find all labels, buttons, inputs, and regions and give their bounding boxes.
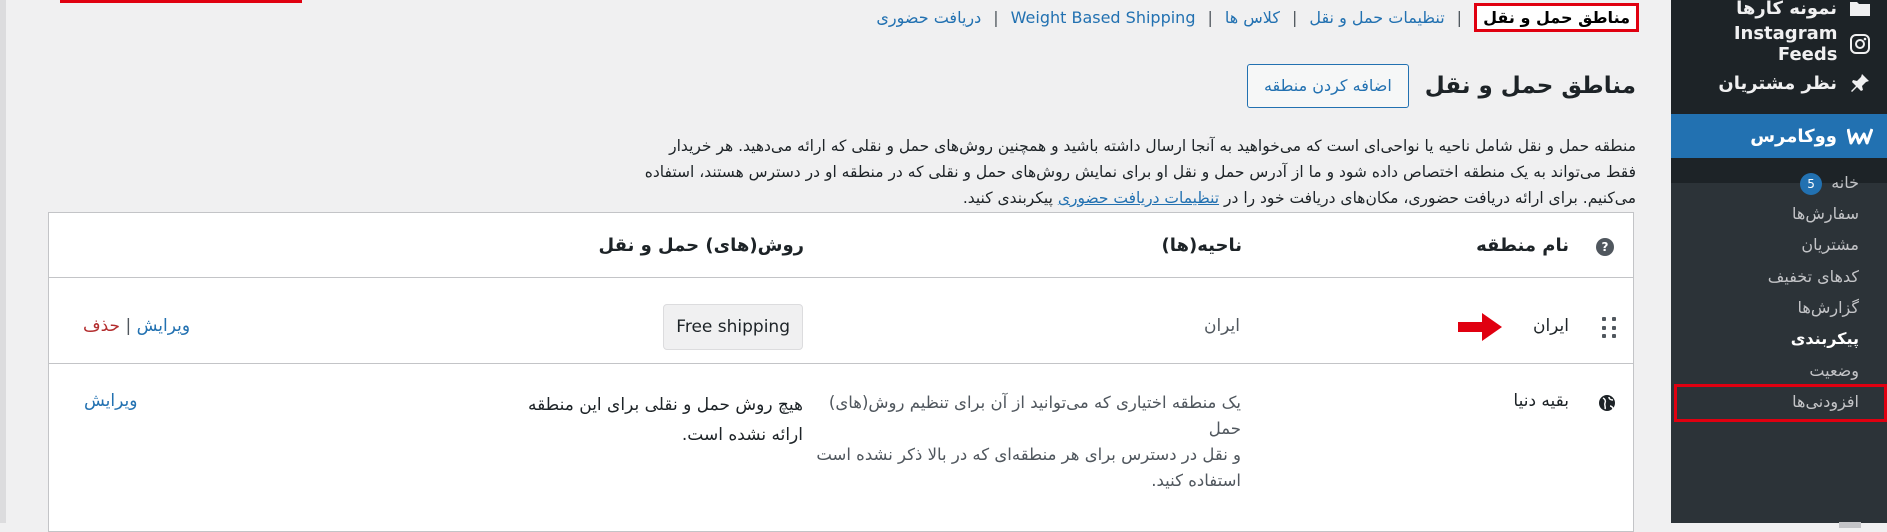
subnav-separator: | <box>993 7 999 27</box>
submenu-item-settings[interactable]: پیکربندی <box>1671 321 1887 357</box>
submenu-label: وضعیت <box>1809 361 1859 380</box>
subnav-separator: | <box>1291 7 1298 27</box>
action-separator: | <box>125 316 132 336</box>
column-header-methods: روش(های) حمل و نقل <box>598 235 804 256</box>
menu-icon <box>1837 513 1863 528</box>
heading-row: مناطق حمل و نقل اضافه کردن منطقه <box>1246 64 1636 108</box>
subnav-link-weight-based[interactable]: Weight Based Shipping <box>1011 8 1196 27</box>
folder-icon <box>1847 0 1873 17</box>
column-header-zone-name: نام منطقه <box>1476 235 1569 256</box>
no-methods-message: هیچ روش حمل و نقلی برای این منطقه ارائه … <box>528 390 803 450</box>
submenu-item-extensions[interactable]: افزودنی‌ها <box>1671 384 1887 420</box>
submenu-label: پیکربندی <box>1790 329 1859 348</box>
row-divider <box>49 363 1633 364</box>
local-pickup-settings-link[interactable]: تنظیمات دریافت حضوری <box>1058 189 1219 207</box>
main-content: مناطق حمل و نقل | تنظیمات حمل و نقل | کل… <box>0 0 1671 532</box>
edit-link[interactable]: ویرایش <box>84 391 137 411</box>
zone-name-iran[interactable]: ایران <box>1533 316 1569 336</box>
zone-region-iran: ایران <box>1203 316 1240 336</box>
page-title: مناطق حمل و نقل <box>1424 73 1636 99</box>
shipping-zones-table: ? نام منطقه ناحیه(ها) روش(های) حمل و نقل… <box>48 212 1634 532</box>
description-text: پیکربندی کنید. <box>962 189 1053 207</box>
menu-label: نمونه کارها <box>1736 0 1837 19</box>
pin-icon <box>1847 72 1873 94</box>
window-edge <box>0 0 6 523</box>
row-actions: ویرایش <box>84 391 137 411</box>
region-text: و نقل در دسترس برای هر منطقه‌ای که در با… <box>816 445 1241 464</box>
shipping-subnav: مناطق حمل و نقل | تنظیمات حمل و نقل | کل… <box>876 2 1639 32</box>
submenu-label: خانه <box>1831 173 1859 192</box>
description-line: منطقه حمل و نقل شامل ناحیه یا نواحی‌ای ا… <box>669 137 1636 155</box>
menu-label: نظر مشتریان <box>1718 72 1837 94</box>
subnav-separator: | <box>1207 7 1213 27</box>
row-actions: ویرایش | حذف <box>83 316 190 336</box>
region-text: یک منطقه اختیاری که می‌توانید از آن برای… <box>828 393 1241 438</box>
method-free-shipping[interactable]: Free shipping <box>663 304 803 350</box>
subnav-separator: | <box>1456 7 1463 27</box>
page-description: منطقه حمل و نقل شامل ناحیه یا نواحی‌ای ا… <box>536 133 1636 211</box>
instagram-icon <box>1847 33 1873 55</box>
zone-region-rest-of-world: یک منطقه اختیاری که می‌توانید از آن برای… <box>811 390 1241 494</box>
woocommerce-submenu: خانه 5 سفارش‌ها مشتریان کدهای تخفیف گزار… <box>1671 172 1887 523</box>
menu-item-testimonials[interactable]: نظر مشتریان <box>1671 61 1887 105</box>
add-zone-button[interactable]: اضافه کردن منطقه <box>1246 64 1409 108</box>
globe-icon <box>1599 395 1615 411</box>
submenu-label: سفارش‌ها <box>1792 204 1859 223</box>
admin-sidebar: نمونه کارها Instagram Feeds نظر مشتریان … <box>1661 0 1887 528</box>
row-divider <box>49 277 1633 278</box>
count-badge: 5 <box>1800 172 1823 195</box>
submenu-label: افزودنی‌ها <box>1792 392 1859 411</box>
submenu-label: کدهای تخفیف <box>1767 267 1859 286</box>
woocommerce-icon <box>1847 127 1873 145</box>
subnav-current-zones[interactable]: مناطق حمل و نقل <box>1474 2 1639 32</box>
menu-item-woocommerce[interactable]: ووکامرس <box>1661 114 1887 158</box>
description-line: می‌کنیم. برای ارائه دریافت حضوری، مکان‌ه… <box>536 185 1636 211</box>
region-text: استفاده کنید. <box>1151 471 1241 490</box>
drag-handle-icon[interactable] <box>1602 317 1616 339</box>
arrow-pointer-icon <box>1458 313 1502 341</box>
menu-item-instagram[interactable]: Instagram Feeds <box>1671 22 1887 66</box>
subnav-link-shipping-settings[interactable]: تنظیمات حمل و نقل <box>1309 8 1444 27</box>
delete-link[interactable]: حذف <box>83 316 120 336</box>
description-line: فقط می‌تواند به یک منطقه اختصاص داده شود… <box>644 163 1636 181</box>
menu-label: ووکامرس <box>1750 125 1837 147</box>
submenu-label: مشتریان <box>1801 235 1859 254</box>
method-text: ارائه نشده است. <box>681 425 803 445</box>
edit-link[interactable]: ویرایش <box>137 316 190 336</box>
submenu-label: گزارش‌ها <box>1797 298 1859 317</box>
column-header-regions: ناحیه(ها) <box>1161 235 1242 256</box>
top-notice-bar <box>60 0 302 3</box>
submenu-item-customers[interactable]: مشتریان <box>1671 227 1887 263</box>
menu-label: Instagram Feeds <box>1733 23 1838 65</box>
zone-name-rest-of-world: بقیه دنیا <box>1513 391 1569 411</box>
subnav-link-classes[interactable]: کلاس ها <box>1225 8 1280 27</box>
subnav-link-local-pickup[interactable]: دریافت حضوری <box>876 8 981 27</box>
help-icon[interactable]: ? <box>1596 238 1614 256</box>
method-text: هیچ روش حمل و نقلی برای این منطقه <box>527 395 803 415</box>
description-text: می‌کنیم. برای ارائه دریافت حضوری، مکان‌ه… <box>1224 189 1636 207</box>
